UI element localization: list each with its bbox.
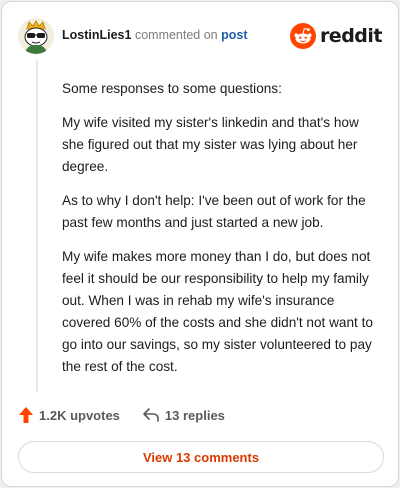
upvote-count: 1.2K upvotes [39, 407, 120, 423]
reddit-logo-icon [289, 23, 316, 49]
comment-paragraph: My wife visited my sister's linkedin and… [62, 115, 359, 174]
reply-arrow-icon [143, 408, 159, 422]
reply-count: 13 replies [164, 407, 225, 423]
comment-paragraph: My wife makes more money than I do, but … [62, 249, 373, 374]
upvote-button[interactable]: 1.2K upvotes [18, 406, 120, 424]
comment-paragraph: Some responses to some questions: [62, 81, 282, 96]
comment-meta: LostinLies1 commented on post [62, 28, 248, 42]
reply-button[interactable]: 13 replies [142, 407, 225, 423]
action-text: commented on [134, 28, 218, 42]
comment-body: Some responses to some questions: My wif… [62, 78, 380, 390]
comment-paragraph: As to why I don't help: I've been out of… [62, 193, 366, 230]
comment-actions: 1.2K upvotes 13 replies [18, 404, 247, 426]
brand-wordmark: reddit [319, 25, 383, 47]
username-link[interactable]: LostinLies1 [62, 28, 131, 42]
thread-line[interactable] [36, 60, 38, 392]
comment-header: LostinLies1 commented on post reddit [18, 16, 383, 56]
post-link[interactable]: post [221, 28, 247, 42]
reddit-brand[interactable]: reddit [289, 22, 383, 50]
user-avatar[interactable] [18, 18, 54, 54]
view-comments-button[interactable]: View 13 comments [18, 441, 384, 473]
comment-card: LostinLies1 commented on post reddit Som… [1, 1, 399, 487]
upvote-arrow-icon [19, 407, 33, 423]
